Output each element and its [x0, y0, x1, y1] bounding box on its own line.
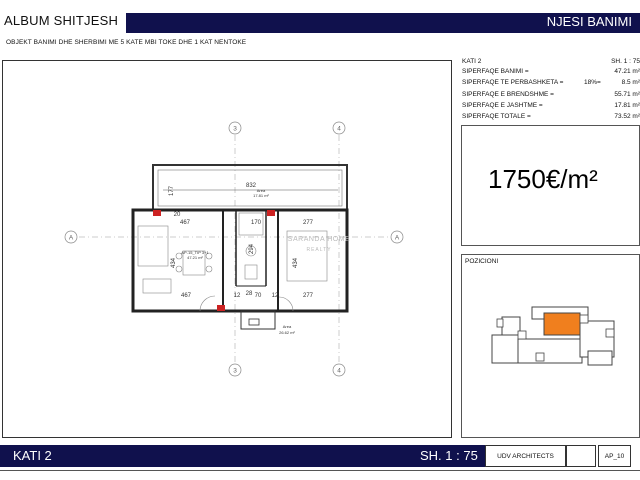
position-box: POZICIONI	[461, 254, 640, 438]
info-row-value: 47.21 m²	[614, 68, 640, 75]
floor-plan-drawing: 3 4 3 4 A A SARANDA HOME REALTY 832 177 …	[64, 121, 404, 377]
dim-bottom-b: 70	[255, 293, 262, 299]
sheet-box: AP_10	[598, 445, 631, 467]
dim-balcony-width: 832	[246, 183, 257, 189]
bottom-rule	[0, 470, 640, 471]
dim-middle-top: 170	[251, 220, 262, 226]
grid-label-a-left: A	[69, 235, 74, 242]
grid-label-a-right: A	[395, 235, 400, 242]
site-marker	[605, 328, 615, 338]
dim-bath: 294	[249, 243, 255, 254]
site-marker	[579, 314, 589, 324]
grid-label-4-top: 4	[337, 126, 341, 133]
corridor-area-value: 26.62 m²	[279, 330, 295, 335]
info-row-value: 55.71 m²	[614, 91, 640, 98]
site-marker	[496, 318, 504, 328]
site-marker	[517, 330, 527, 340]
project-subtitle: OBJEKT BANIMI DHE SHERBIMI ME 5 KATE MBI…	[6, 39, 247, 46]
info-row-label: SIPERFAQE E JASHTME =	[462, 102, 543, 109]
blank-box	[566, 445, 596, 467]
wall-column-bottom	[217, 305, 225, 311]
info-row-label: SIPERFAQE TOTALE =	[462, 113, 531, 120]
album-title: ALBUM SHITJESH	[4, 13, 119, 28]
dim-right-top: 277	[303, 220, 314, 226]
balcony-area-value: 17.81 m²	[253, 193, 269, 198]
dim-left-bottom: 467	[181, 293, 192, 299]
info-row-label: SIPERFAQE BANIMI =	[462, 68, 529, 75]
grid-label-3-bottom: 3	[233, 368, 237, 375]
site-marker	[535, 352, 545, 362]
door-swing-left	[199, 295, 216, 312]
grid-label-4-bottom: 4	[337, 368, 341, 375]
info-row-value: 17.81 m²	[614, 102, 640, 109]
grid-label-3-top: 3	[233, 126, 237, 133]
door-swing-right	[278, 296, 294, 312]
dim-right-bottom: 277	[303, 293, 314, 299]
position-highlight	[543, 312, 581, 336]
info-row-value: 8.5 m²	[621, 79, 640, 86]
sheet-number: AP_10	[604, 452, 625, 460]
dim-bottom-a: 12	[234, 293, 241, 299]
info-row-label: SIPERFAQE E BRENDSHME =	[462, 91, 554, 98]
sofa-left	[142, 278, 172, 294]
floor-plan-frame: 3 4 3 4 A A SARANDA HOME REALTY 832 177 …	[2, 60, 452, 438]
apartment-area: 47.21 m²	[187, 255, 203, 260]
info-row-value: 73.52 m²	[614, 113, 640, 120]
price-per-m2: 1750€/m²	[488, 164, 598, 194]
price-box: 1750€/m²	[461, 125, 640, 246]
chair-4	[205, 265, 213, 273]
wall-column-right	[267, 210, 275, 216]
info-row-label: SIPERFAQE TE PERBASHKETA =	[462, 79, 564, 86]
dim-left-top: 467	[180, 220, 191, 226]
corridor-outline	[240, 310, 276, 330]
info-floor: KATI 2	[462, 58, 482, 65]
toilet	[244, 264, 258, 280]
architect-box: UDV ARCHITECTS	[485, 445, 566, 467]
dim-bottom-d: 28	[246, 291, 253, 297]
dim-bottom-c: 12	[272, 293, 279, 299]
unit-title: NJESI BANIMI	[546, 14, 632, 29]
dim-height-left: 434	[171, 257, 177, 268]
wall-column-left	[153, 210, 161, 216]
corridor-marker	[248, 318, 260, 326]
watermark-line1: SARANDA HOME	[288, 236, 350, 243]
bed-left	[137, 225, 169, 267]
position-site-plan	[491, 306, 615, 366]
dim-small-20: 20	[174, 212, 181, 218]
site-block-right-lower	[587, 350, 613, 366]
footer-bar	[0, 445, 485, 467]
site-block-bottom	[517, 338, 583, 364]
dim-balcony-depth: 177	[169, 185, 175, 196]
footer-scale: SH. 1 : 75	[420, 448, 478, 463]
info-row-mid: 18%=	[584, 79, 601, 86]
footer-floor: KATI 2	[13, 448, 52, 463]
dim-height-right: 434	[293, 257, 299, 268]
info-scale: SH. 1 : 75	[611, 58, 640, 65]
watermark-line2: REALTY	[306, 247, 331, 253]
architect-name: UDV ARCHITECTS	[497, 452, 554, 460]
corridor-area-label: Area	[283, 324, 292, 329]
